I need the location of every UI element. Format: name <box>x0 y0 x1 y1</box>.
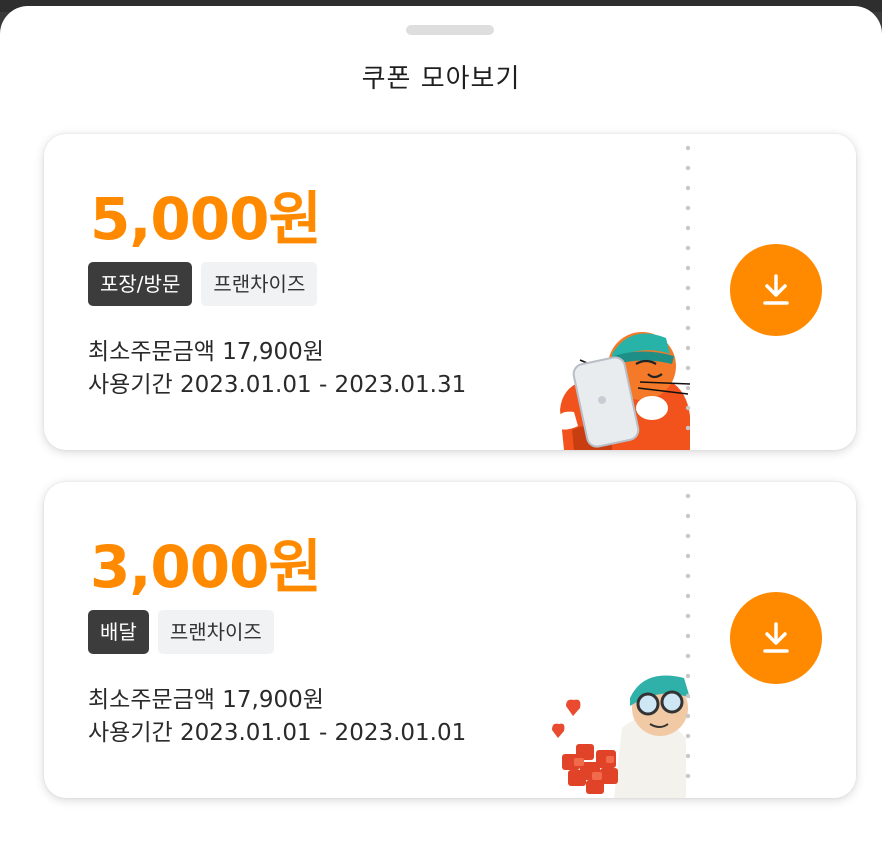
tag-order-type: 배달 <box>88 610 149 654</box>
coupon-bottom-sheet: 쿠폰 모아보기 5,000원 포장/방문 프랜차이즈 최소주문금액 17,900… <box>0 6 882 854</box>
coupon-min-order: 최소주문금액 17,900원 <box>88 339 324 365</box>
sheet-title: 쿠폰 모아보기 <box>361 64 521 94</box>
coupon-info: 최소주문금액 17,900원 사용기간 2023.01.01 - 2023.01… <box>88 336 466 402</box>
coupon-period: 사용기간 2023.01.01 - 2023.01.31 <box>88 372 467 398</box>
coupon-card: 3,000원 배달 프랜차이즈 최소주문금액 17,900원 사용기간 2023… <box>44 482 856 798</box>
download-coupon-button[interactable] <box>730 592 822 684</box>
coupon-card: 5,000원 포장/방문 프랜차이즈 최소주문금액 17,900원 사용기간 2… <box>44 134 856 450</box>
coupon-perforation <box>685 145 691 431</box>
tag-franchise: 프랜차이즈 <box>157 610 274 654</box>
coupon-amount: 3,000원 <box>90 533 322 601</box>
coupon-tags: 포장/방문 프랜차이즈 <box>88 262 318 306</box>
coupon-amount: 5,000원 <box>90 185 322 253</box>
coupon-perforation <box>685 493 691 779</box>
download-icon <box>763 622 789 653</box>
coupon-min-order: 최소주문금액 17,900원 <box>88 687 324 713</box>
download-icon <box>763 274 789 305</box>
coupon-period: 사용기간 2023.01.01 - 2023.01.01 <box>88 720 467 746</box>
tag-franchise: 프랜차이즈 <box>201 262 318 306</box>
coupon-info: 최소주문금액 17,900원 사용기간 2023.01.01 - 2023.01… <box>88 684 466 750</box>
cat-character-illustration <box>556 332 691 450</box>
sheet-drag-handle[interactable] <box>406 25 494 35</box>
coupon-download-area <box>692 482 856 798</box>
download-coupon-button[interactable] <box>730 244 822 336</box>
hearts-character-illustration <box>552 675 690 798</box>
tag-order-type: 포장/방문 <box>88 262 193 306</box>
coupon-download-area <box>692 134 856 450</box>
coupon-tags: 배달 프랜차이즈 <box>88 610 274 654</box>
